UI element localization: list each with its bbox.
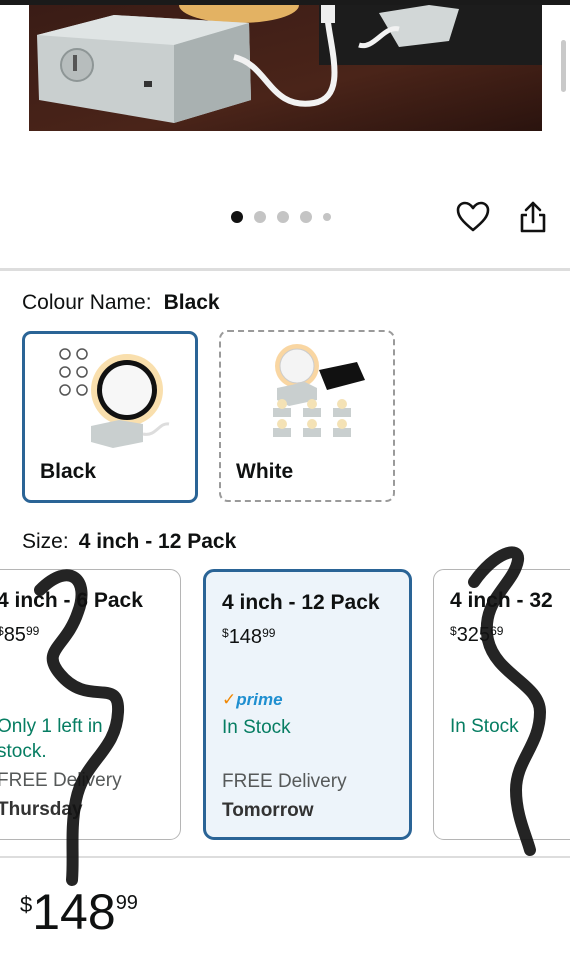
delivery-day: Tomorrow xyxy=(222,800,314,821)
colour-name-row: Colour Name: Black xyxy=(22,291,220,315)
colour-option-label: White xyxy=(236,460,294,483)
size-option-title: 4 inch - 6 Pack xyxy=(0,589,143,612)
carousel-dot[interactable] xyxy=(231,211,243,223)
carousel-dot[interactable] xyxy=(323,213,331,221)
colour-option-white[interactable]: White xyxy=(219,330,395,502)
stock-status: In Stock xyxy=(450,716,519,737)
heart-icon xyxy=(456,201,490,232)
colour-thumbnail-white xyxy=(273,344,365,437)
colour-option-label: Black xyxy=(40,460,97,483)
stock-status: In Stock xyxy=(222,717,291,738)
main-price: $ 148 99 xyxy=(20,884,138,944)
prime-check-icon: ✓ xyxy=(222,690,237,709)
size-label: Size: xyxy=(22,530,69,553)
share-button[interactable] xyxy=(518,200,548,234)
product-image[interactable] xyxy=(29,5,542,131)
stock-status: Only 1 left in stock. xyxy=(0,716,103,762)
size-value: 4 inch - 12 Pack xyxy=(78,530,237,553)
delivery-info: FREE Delivery xyxy=(222,771,347,792)
price-fraction: 99 xyxy=(115,892,138,914)
image-carousel-dots[interactable] xyxy=(231,211,331,223)
section-divider xyxy=(0,856,570,858)
price-currency: $ xyxy=(20,892,33,917)
favorite-button[interactable] xyxy=(456,201,490,233)
prime-badge: ✓prime xyxy=(222,690,283,709)
delivery-day: Thursday xyxy=(0,799,83,820)
section-divider xyxy=(0,268,570,271)
size-option-6-pack[interactable]: 4 inch - 6 Pack $8599 Only 1 left instoc… xyxy=(0,569,181,840)
size-option-price: $8599 xyxy=(0,624,40,646)
carousel-dot[interactable] xyxy=(277,211,289,223)
share-icon xyxy=(520,201,546,233)
colour-thumbnail-black xyxy=(59,348,170,448)
size-option-title: 4 inch - 32 xyxy=(450,589,553,612)
scroll-indicator xyxy=(561,40,566,92)
size-option-12-pack[interactable]: 4 inch - 12 Pack $14899 ✓prime In Stock … xyxy=(203,569,412,840)
price-whole: 148 xyxy=(32,884,116,940)
colour-label: Colour Name: xyxy=(22,291,152,314)
carousel-dot[interactable] xyxy=(300,211,312,223)
colour-value: Black xyxy=(163,291,220,314)
carousel-dot[interactable] xyxy=(254,211,266,223)
colour-option-black[interactable]: Black xyxy=(22,331,198,503)
size-option-price: $14899 xyxy=(222,626,276,648)
size-row: Size: 4 inch - 12 Pack xyxy=(22,530,236,554)
product-photo xyxy=(29,5,542,131)
size-option-price: $32569 xyxy=(450,624,504,646)
delivery-info: FREE Delivery xyxy=(0,770,122,791)
size-option-32-pack[interactable]: 4 inch - 32 $32569 In Stock xyxy=(433,569,570,840)
size-option-title: 4 inch - 12 Pack xyxy=(222,591,380,614)
